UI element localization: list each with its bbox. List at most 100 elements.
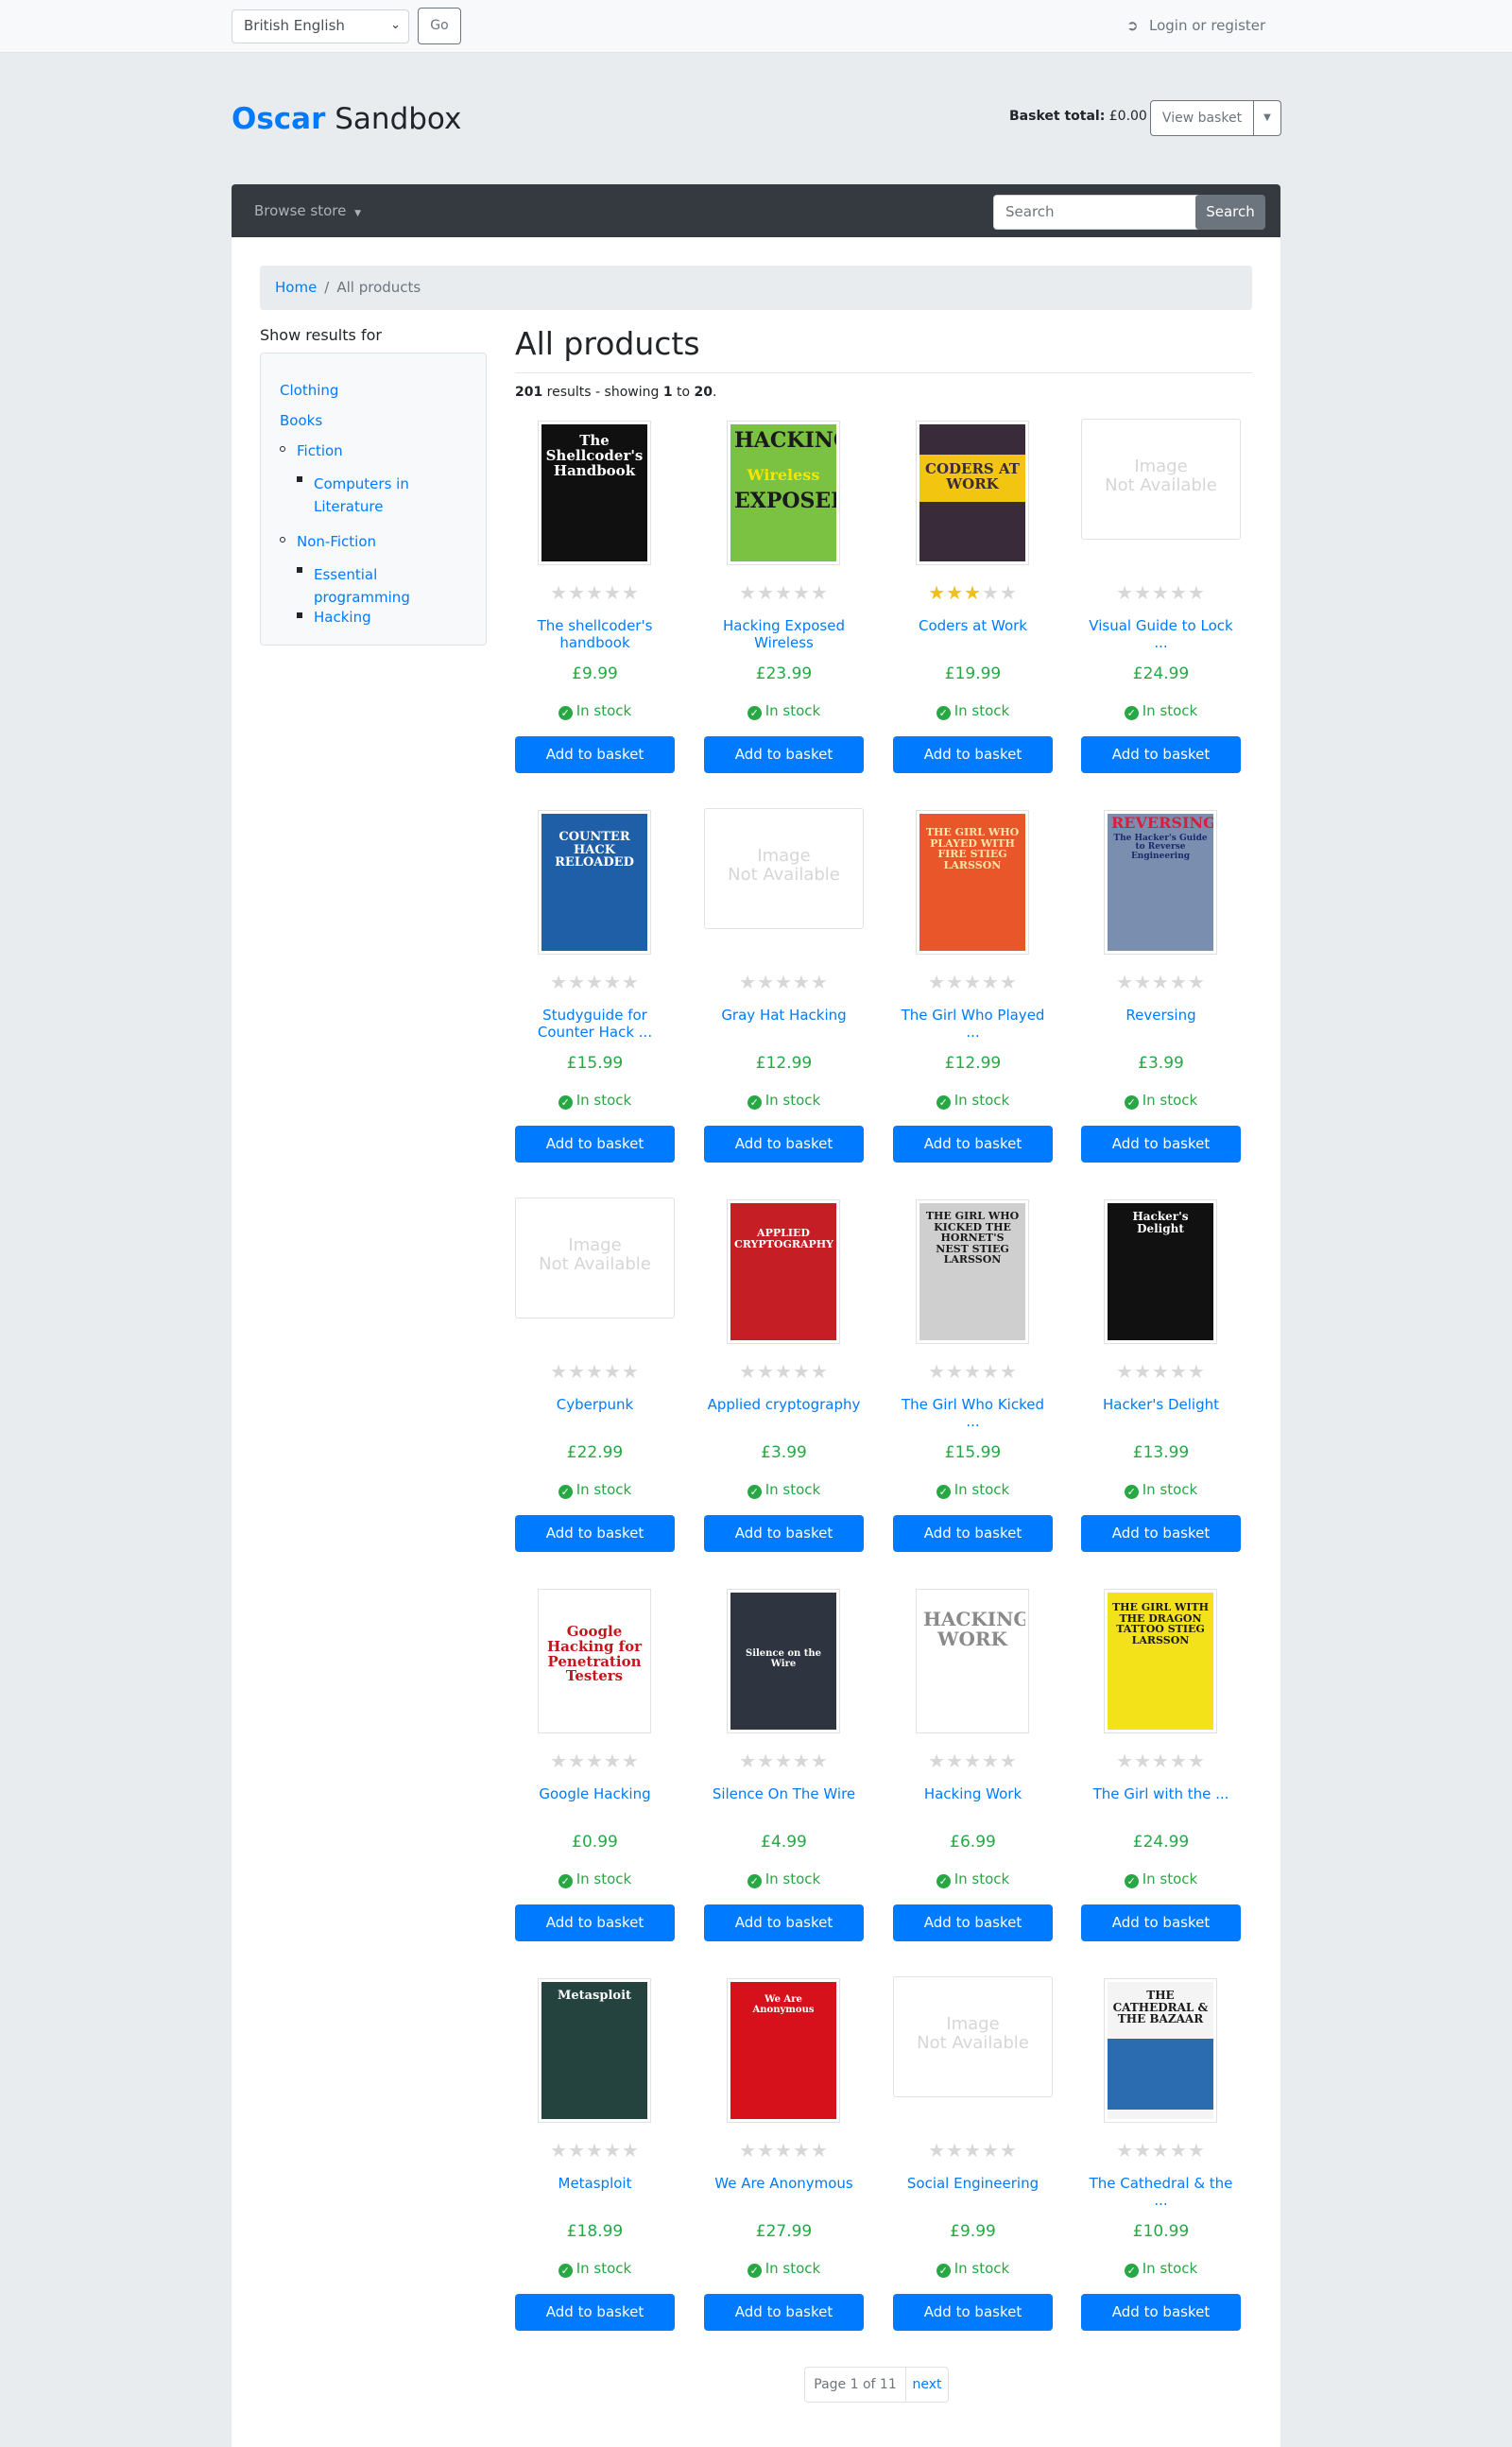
product-title-link[interactable]: Hacker's Delight [1081,1396,1241,1413]
product-title-link[interactable]: The Cathedral & the ... [1081,2175,1241,2209]
product-image-link[interactable]: Hacker's Delight [1081,1198,1241,1344]
search-button[interactable]: Search [1195,195,1265,230]
category-books[interactable]: Books [280,412,322,429]
view-basket-button[interactable]: View basket [1150,100,1254,136]
add-to-basket-button[interactable]: Add to basket [704,2294,864,2331]
check-circle-icon: ✓ [936,2264,951,2278]
breadcrumb-home[interactable]: Home [275,279,317,296]
product-title-link[interactable]: Metasploit [515,2175,675,2192]
category-fiction[interactable]: Fiction [297,442,343,459]
star-icon: ★ [1134,1749,1153,1772]
add-to-basket-button[interactable]: Add to basket [893,1904,1053,1941]
add-to-basket-button[interactable]: Add to basket [893,2294,1053,2331]
product-card: CODERS AT WORK ★★★★★ Coders at Work £19.99 ✓… [893,419,1053,797]
product-price: £9.99 [572,664,618,683]
product-image-link[interactable]: Image Not Available [893,1976,1053,2123]
star-icon: ★ [621,971,640,993]
product-image-link[interactable]: Image Not Available [704,808,864,955]
add-to-basket-button[interactable]: Add to basket [704,1904,864,1941]
add-to-basket-button[interactable]: Add to basket [515,2294,675,2331]
product-title-link[interactable]: The Girl Who Played ... [893,1007,1053,1041]
language-go-button[interactable]: Go [418,8,461,44]
add-to-basket-button[interactable]: Add to basket [704,736,864,773]
product-title-link[interactable]: Applied cryptography [704,1396,864,1413]
add-to-basket-button[interactable]: Add to basket [893,1126,1053,1163]
product-image-link[interactable]: CODERS AT WORK [893,419,1053,565]
category-computers-in-literature[interactable]: Computers in Literature [314,473,409,518]
product-title-link[interactable]: Hacking Exposed Wireless [704,617,864,651]
product-image-link[interactable]: THE GIRL WHO PLAYED WITH FIRE STIEG LARS… [893,808,1053,955]
product-title-link[interactable]: Google Hacking [515,1785,675,1802]
product-title-link[interactable]: Coders at Work [893,617,1053,634]
star-icon: ★ [757,1360,776,1383]
product-title-link[interactable]: We Are Anonymous [704,2175,864,2192]
category-hacking[interactable]: Hacking [314,609,371,626]
product-title-link[interactable]: Visual Guide to Lock ... [1081,617,1241,651]
product-title-link[interactable]: Gray Hat Hacking [704,1007,864,1024]
pagination-next[interactable]: next [905,2367,949,2403]
bullet-circle-icon [280,446,285,452]
product-image-link[interactable]: THE GIRL WITH THE DRAGON TATTOO STIEG LA… [1081,1587,1241,1733]
star-icon: ★ [775,1749,793,1772]
product-title-link[interactable]: Cyberpunk [515,1396,675,1413]
language-select[interactable]: British English ⌄ [232,9,409,43]
product-title-link[interactable]: Social Engineering [893,2175,1053,2192]
product-image-link[interactable]: Metasploit [515,1976,675,2123]
add-to-basket-button[interactable]: Add to basket [1081,1904,1241,1941]
add-to-basket-button[interactable]: Add to basket [515,1126,675,1163]
availability-label: In stock [765,1092,821,1109]
product-image-link[interactable]: We Are Anonymous [704,1976,864,2123]
check-circle-icon: ✓ [558,706,573,720]
image-not-available-text: Image Not Available [728,846,840,885]
product-image-link[interactable]: Google Hacking for Penetration Testers [515,1587,675,1733]
star-icon: ★ [792,581,811,604]
product-price: £3.99 [1138,1054,1184,1073]
add-to-basket-button[interactable]: Add to basket [515,1515,675,1552]
product-title-link[interactable]: Reversing [1081,1007,1241,1024]
product-title-link[interactable]: Hacking Work [893,1785,1053,1802]
add-to-basket-button[interactable]: Add to basket [515,1904,675,1941]
product-image-link[interactable]: COUNTER HACK RELOADED [515,808,675,955]
add-to-basket-button[interactable]: Add to basket [1081,1126,1241,1163]
add-to-basket-button[interactable]: Add to basket [893,736,1053,773]
add-to-basket-button[interactable]: Add to basket [1081,1515,1241,1552]
add-to-basket-button[interactable]: Add to basket [1081,736,1241,773]
category-non-fiction[interactable]: Non-Fiction [297,533,376,550]
product-card: APPLIED CRYPTOGRAPHY ★★★★★ Applied cryptog… [704,1198,864,1576]
category-essential-programming[interactable]: Essential programming [314,563,410,609]
basket-dropdown-toggle[interactable]: ▼ [1253,100,1281,136]
product-title-link[interactable]: The Girl Who Kicked ... [893,1396,1053,1430]
add-to-basket-button[interactable]: Add to basket [893,1515,1053,1552]
product-title-link[interactable]: The shellcoder's handbook [515,617,675,651]
product-image-link[interactable]: THE GIRL WHO KICKED THE HORNET'S NEST ST… [893,1198,1053,1344]
browse-store-menu[interactable]: Browse store ▼ [254,202,361,219]
add-to-basket-button[interactable]: Add to basket [704,1126,864,1163]
category-clothing[interactable]: Clothing [280,382,338,399]
product-image-link[interactable]: APPLIED CRYPTOGRAPHY [704,1198,864,1344]
product-title-link[interactable]: Studyguide for Counter Hack ... [515,1007,675,1041]
availability: ✓ In stock [893,2260,1053,2278]
star-icon: ★ [981,971,1000,993]
product-title-link[interactable]: Silence On The Wire [704,1785,864,1802]
brand-logo[interactable]: Oscar Sandbox [232,102,461,136]
product-price: £3.99 [761,1443,807,1462]
add-to-basket-button[interactable]: Add to basket [1081,2294,1241,2331]
product-image-link[interactable]: HACKING Wireless EXPOSED [704,419,864,565]
add-to-basket-button[interactable]: Add to basket [704,1515,864,1552]
star-rating: ★★★★★ [893,971,1053,993]
product-title-link[interactable]: The Girl with the ... [1081,1785,1241,1802]
product-image-link[interactable]: The Shellcoder's Handbook [515,419,675,565]
product-image-link[interactable]: REVERSING: The Hacker's Guide to Reverse … [1081,808,1241,955]
cover-title-text: APPLIED CRYPTOGRAPHY [734,1227,834,1250]
availability-label: In stock [954,1870,1010,1887]
star-icon: ★ [586,1749,604,1772]
product-image-link[interactable]: Image Not Available [515,1198,675,1344]
star-icon: ★ [1169,581,1188,604]
add-to-basket-button[interactable]: Add to basket [515,736,675,773]
product-image-link[interactable]: HACKING WORK [893,1587,1053,1733]
product-image-link[interactable]: THE CATHEDRAL & THE BAZAAR [1081,1976,1241,2123]
product-image-link[interactable]: Silence on the Wire [704,1587,864,1733]
star-icon: ★ [568,2139,587,2162]
product-image-link[interactable]: Image Not Available [1081,419,1241,565]
login-link[interactable]: ➲ Login or register [1126,17,1265,34]
